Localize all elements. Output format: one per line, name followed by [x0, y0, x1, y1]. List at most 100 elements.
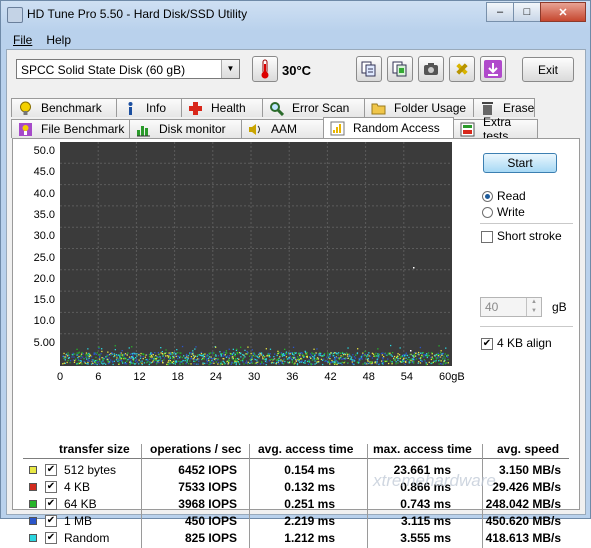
series-checkbox[interactable]: ✔ — [45, 532, 57, 544]
align-checkbox[interactable]: ✔ — [481, 338, 493, 350]
tools-icon[interactable] — [449, 56, 475, 82]
title-bar[interactable]: HD Tune Pro 5.50 - Hard Disk/SSD Utility… — [1, 1, 590, 27]
scatter-point — [391, 352, 394, 354]
col-header-max-access: max. access time — [373, 442, 472, 456]
scatter-point — [99, 358, 101, 360]
tab-benchmark[interactable]: Benchmark — [11, 98, 117, 117]
start-button[interactable]: Start — [483, 153, 557, 173]
scatter-point — [242, 357, 245, 359]
scatter-point — [293, 357, 295, 359]
write-radio[interactable] — [482, 207, 493, 218]
window-title: HD Tune Pro 5.50 - Hard Disk/SSD Utility — [27, 7, 248, 21]
tab-folder-usage[interactable]: Folder Usage — [364, 98, 474, 117]
scatter-point — [74, 359, 76, 362]
scatter-point — [183, 355, 185, 357]
spin-down-icon[interactable]: ▼ — [526, 307, 541, 316]
scatter-point — [299, 352, 301, 354]
tab-aam[interactable]: AAM — [241, 119, 324, 138]
scatter-point — [447, 362, 449, 364]
scatter-point — [134, 360, 137, 362]
scatter-point — [189, 352, 191, 354]
thermometer-icon[interactable] — [252, 56, 278, 82]
scatter-point — [431, 362, 433, 364]
tab-file-benchmark[interactable]: File Benchmark — [11, 119, 130, 138]
scatter-point — [323, 353, 326, 355]
scatter-point — [424, 360, 426, 362]
download-icon[interactable] — [480, 56, 506, 82]
series-checkbox[interactable]: ✔ — [45, 481, 57, 493]
scatter-point — [138, 354, 140, 356]
scatter-point — [119, 354, 121, 356]
scatter-point — [179, 363, 181, 366]
scatter-point — [88, 352, 90, 355]
scatter-point — [227, 355, 229, 357]
short-stroke-spinner[interactable]: 40 ▲ ▼ — [480, 297, 542, 317]
copy-text-icon[interactable] — [356, 56, 382, 82]
scatter-point — [439, 352, 442, 354]
series-color-swatch — [29, 500, 37, 508]
scatter-point — [322, 355, 324, 357]
drive-select[interactable]: SPCC Solid State Disk (60 gB) ▼ — [16, 59, 240, 79]
scatter-point — [236, 348, 238, 350]
scatter-point — [291, 360, 294, 362]
read-radio[interactable] — [482, 191, 493, 202]
series-checkbox[interactable]: ✔ — [45, 498, 57, 510]
spin-up-icon[interactable]: ▲ — [526, 298, 541, 307]
minimize-button[interactable]: ‒ — [486, 2, 514, 22]
scatter-point — [413, 267, 415, 269]
tab-extra-tests[interactable]: Extra tests — [453, 115, 538, 143]
maximize-button[interactable]: □ — [513, 2, 541, 22]
scatter-point — [312, 358, 314, 360]
x-tick-label: 36 — [286, 371, 299, 383]
scatter-point — [364, 362, 366, 364]
scatter-point — [265, 348, 267, 350]
scatter-point — [151, 356, 153, 358]
scatter-point — [80, 362, 82, 364]
tab-info[interactable]: Info — [116, 98, 182, 117]
scatter-point — [201, 358, 203, 360]
col-header-avg-speed: avg. speed — [497, 442, 560, 456]
tab-disk-monitor[interactable]: Disk monitor — [129, 119, 242, 138]
scatter-point — [166, 363, 168, 366]
scatter-point — [251, 349, 253, 351]
scatter-point — [358, 360, 360, 362]
scatter-point — [420, 357, 422, 359]
scatter-point — [263, 363, 265, 365]
y-tick-label: 30.0 — [33, 230, 55, 243]
close-button[interactable]: ✕ — [540, 2, 586, 22]
copy-report-icon[interactable] — [387, 56, 413, 82]
scatter-point — [236, 353, 239, 355]
scatter-point — [201, 354, 203, 357]
scatter-point — [410, 358, 412, 360]
scatter-point — [386, 360, 388, 362]
tab-health[interactable]: Health — [181, 98, 263, 117]
scatter-point — [388, 362, 390, 365]
scatter-point — [241, 354, 244, 356]
scatter-point — [417, 353, 419, 355]
scatter-point — [63, 362, 65, 364]
chevron-down-icon[interactable]: ▼ — [221, 60, 239, 78]
menu-file[interactable]: File — [6, 31, 39, 49]
tab-error-scan[interactable]: Error Scan — [262, 98, 365, 117]
scatter-point — [336, 363, 338, 366]
scatter-point — [335, 361, 337, 363]
scatter-point — [246, 353, 248, 355]
series-checkbox[interactable]: ✔ — [45, 464, 57, 476]
scatter-point — [122, 355, 124, 357]
exit-button[interactable]: Exit — [522, 57, 574, 82]
scatter-point — [383, 356, 385, 358]
scatter-point — [316, 357, 319, 359]
scatter-point — [443, 360, 445, 362]
scatter-point — [160, 347, 162, 349]
scatter-point — [405, 353, 407, 356]
series-checkbox[interactable]: ✔ — [45, 515, 57, 527]
scatter-point — [302, 354, 304, 356]
camera-icon[interactable] — [418, 56, 444, 82]
scatter-point — [447, 356, 449, 358]
tab-random-access[interactable]: Random Access — [323, 117, 454, 138]
menu-help[interactable]: Help — [39, 31, 78, 49]
scatter-point — [251, 362, 254, 364]
short-stroke-checkbox[interactable] — [481, 231, 493, 243]
scatter-point — [172, 360, 175, 363]
scatter-point — [168, 355, 170, 357]
